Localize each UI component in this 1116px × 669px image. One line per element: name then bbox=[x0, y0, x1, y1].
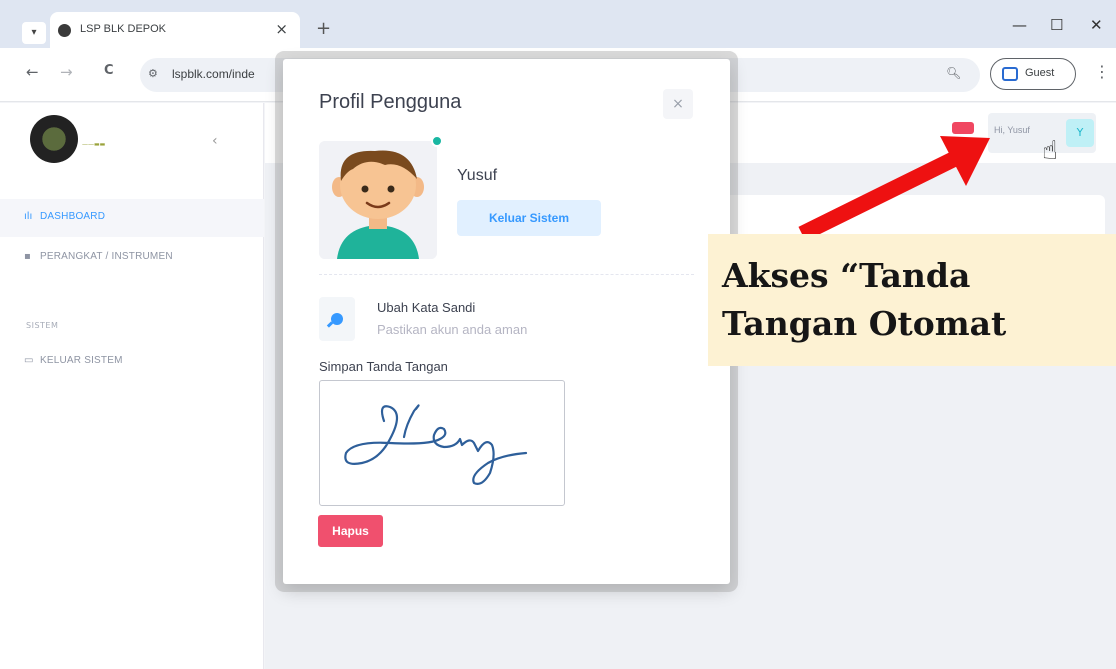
browser-tab-bar: ▾ LSP BLK DEPOK × + — ☐ ✕ bbox=[0, 0, 1116, 48]
new-tab-button[interactable]: + bbox=[316, 18, 331, 39]
profile-icon bbox=[1002, 67, 1018, 81]
close-window-button[interactable]: ✕ bbox=[1090, 16, 1103, 34]
logo-subtext-icon: ——▬▬ bbox=[82, 141, 106, 148]
signature-drawing-icon bbox=[344, 404, 528, 485]
browser-tab[interactable]: LSP BLK DEPOK × bbox=[50, 12, 300, 48]
tab-search-chevron-icon[interactable]: ▾ bbox=[22, 22, 46, 44]
back-button[interactable]: ← bbox=[26, 63, 39, 81]
profile-user-name: Yusuf bbox=[457, 167, 498, 184]
callout-line-1: Akses “Tanda bbox=[722, 256, 971, 295]
signature-label: Simpan Tanda Tangan bbox=[319, 359, 448, 374]
modal-close-button[interactable]: × bbox=[663, 89, 693, 119]
guest-profile-button[interactable]: Guest bbox=[990, 58, 1076, 90]
change-password-link[interactable] bbox=[319, 297, 355, 341]
callout-text: Akses “Tanda Tangan Otomat bbox=[722, 252, 1006, 348]
boy-avatar-icon bbox=[319, 141, 437, 259]
maximize-button[interactable]: ☐ bbox=[1050, 16, 1063, 34]
chart-icon: ılı bbox=[24, 211, 33, 222]
signature-pad[interactable] bbox=[319, 380, 565, 506]
change-password-title[interactable]: Ubah Kata Sandi bbox=[377, 300, 475, 315]
browser-menu-icon[interactable]: ⋮ bbox=[1094, 62, 1110, 81]
reload-button[interactable]: C bbox=[104, 63, 114, 78]
user-avatar[interactable]: Y bbox=[1066, 119, 1094, 147]
delete-signature-button[interactable]: Hapus bbox=[318, 515, 383, 547]
online-status-dot bbox=[431, 135, 443, 147]
user-avatar-image bbox=[319, 141, 437, 259]
favicon-icon bbox=[58, 24, 71, 37]
sidebar-item-dashboard[interactable]: DASHBOARD bbox=[40, 211, 105, 222]
sidebar-item-perangkat[interactable]: PERANGKAT / INSTRUMEN bbox=[40, 251, 173, 262]
callout-line-2: Tangan Otomat bbox=[722, 304, 1007, 343]
modal-title: Profil Pengguna bbox=[319, 91, 462, 113]
guest-label: Guest bbox=[1025, 67, 1055, 79]
modal-divider bbox=[319, 274, 694, 275]
site-info-icon[interactable]: ⚙ bbox=[148, 67, 158, 80]
sidebar-section-label: SISTEM bbox=[26, 321, 59, 330]
device-icon: ▪ bbox=[24, 251, 31, 262]
change-password-subtitle: Pastikan akun anda aman bbox=[377, 322, 528, 337]
key-icon-tail bbox=[326, 321, 334, 328]
tab-title: LSP BLK DEPOK bbox=[80, 23, 167, 35]
exit-icon: ▭ bbox=[24, 355, 34, 366]
sidebar-collapse-icon[interactable]: ‹ bbox=[212, 133, 218, 149]
profile-modal: Profil Pengguna × Yusuf Keluar Sistem Ub… bbox=[283, 59, 730, 584]
blk-logo bbox=[30, 115, 78, 163]
sidebar-item-keluar-sistem[interactable]: KELUAR SISTEM bbox=[40, 355, 123, 366]
tab-close-icon[interactable]: × bbox=[275, 20, 288, 38]
forward-button[interactable]: → bbox=[60, 63, 73, 81]
red-arrow-icon bbox=[798, 136, 990, 242]
app-sidebar: ——▬▬ ‹ ılı DASHBOARD ▪ PERANGKAT / INSTR… bbox=[0, 103, 264, 669]
logout-button[interactable]: Keluar Sistem bbox=[457, 200, 601, 236]
pointer-hand-icon: ☝ bbox=[1042, 136, 1058, 166]
minimize-button[interactable]: — bbox=[1012, 16, 1027, 34]
annotation-callout: Akses “Tanda Tangan Otomat bbox=[708, 234, 1116, 366]
zoom-icon[interactable]: 🔍︎ bbox=[946, 66, 961, 80]
url-text[interactable]: lspblk.com/inde bbox=[172, 67, 255, 81]
